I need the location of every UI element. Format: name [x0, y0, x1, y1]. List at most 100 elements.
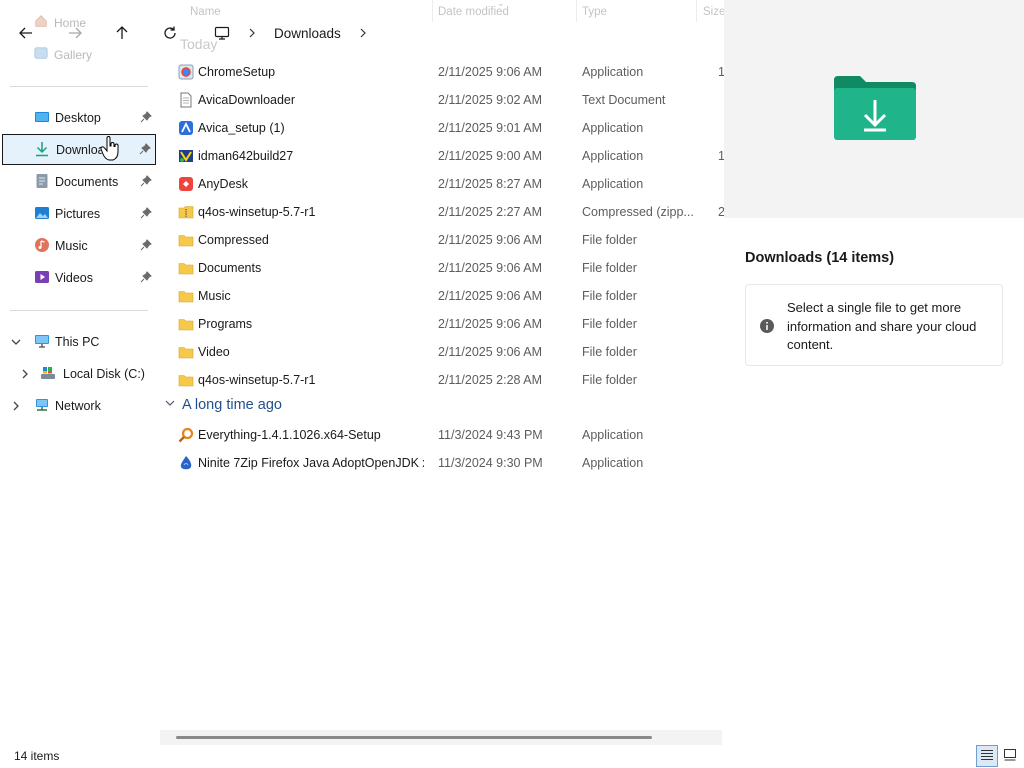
pin-icon[interactable] [140, 271, 152, 283]
folder-icon [178, 344, 194, 360]
file-name: q4os-winsetup-5.7-r1 [198, 373, 316, 387]
zip-folder-icon [178, 204, 194, 220]
sidebar-item-pictures[interactable]: Pictures [2, 198, 156, 229]
file-name: Programs [198, 317, 253, 331]
pin-icon[interactable] [139, 143, 151, 155]
preview-area [724, 0, 1024, 218]
group-header-long-time-ago[interactable]: A long time ago [164, 397, 282, 413]
info-card: Select a single file to get more informa… [745, 284, 1003, 366]
file-date: 2/11/2025 9:06 AM [438, 233, 543, 247]
file-type: Application [582, 65, 644, 79]
sidebar-item-label: Videos [55, 270, 93, 285]
file-name: Everything-1.4.1.1026.x64-Setup [198, 428, 381, 442]
folder-icon [178, 232, 194, 248]
everything-icon [178, 427, 194, 443]
folder-icon [178, 316, 194, 332]
horizontal-scrollbar[interactable] [160, 730, 722, 745]
file-type: Compressed (zipp... [582, 205, 694, 219]
avica-icon [178, 120, 194, 136]
refresh-button[interactable] [158, 22, 182, 46]
table-row[interactable]: Compressed 2/11/2025 9:06 AM File folder [174, 226, 724, 254]
arrow-right-icon [67, 25, 83, 44]
chevron-down-icon [164, 397, 176, 413]
file-name: Music [198, 289, 231, 303]
info-text: Select a single file to get more informa… [787, 300, 977, 352]
table-row[interactable]: Video 2/11/2025 9:06 AM File folder [174, 338, 724, 366]
gallery-icon [34, 46, 48, 63]
sidebar-item-music[interactable]: Music [2, 230, 156, 261]
table-row[interactable]: Ninite 7Zip Firefox Java AdoptOpenJDK x.… [174, 449, 724, 477]
tree-item-local-disk[interactable]: Local Disk (C:) [10, 358, 156, 389]
breadcrumb-downloads[interactable]: Downloads [274, 26, 341, 41]
table-row[interactable]: Everything-1.4.1.1026.x64-Setup 11/3/202… [174, 421, 724, 449]
table-row[interactable]: q4os-winsetup-5.7-r1 2/11/2025 2:28 AM F… [174, 366, 724, 394]
file-date: 2/11/2025 9:02 AM [438, 93, 543, 107]
file-date: 2/11/2025 9:06 AM [438, 289, 543, 303]
table-row[interactable]: Programs 2/11/2025 9:06 AM File folder [174, 310, 724, 338]
downloads-folder-icon [832, 74, 918, 142]
up-button[interactable] [110, 22, 134, 46]
pin-icon[interactable] [140, 239, 152, 251]
column-divider[interactable] [696, 0, 697, 22]
sidebar-item-desktop[interactable]: Desktop [2, 102, 156, 133]
file-name: ChromeSetup [198, 65, 276, 79]
breadcrumb-separator[interactable] [357, 26, 369, 42]
tree-item-this-pc[interactable]: This PC [2, 326, 156, 357]
tree-item-network[interactable]: Network [2, 390, 156, 421]
table-row[interactable]: q4os-winsetup-5.7-r1 2/11/2025 2:27 AM C… [174, 198, 725, 226]
file-date: 2/11/2025 9:06 AM [438, 345, 543, 359]
sidebar-item-label: Gallery [54, 47, 93, 62]
tiles-view-button[interactable] [999, 745, 1021, 767]
pin-icon[interactable] [140, 175, 152, 187]
details-view-button[interactable] [976, 745, 998, 767]
table-row[interactable]: idman642build27 2/11/2025 9:00 AM Applic… [174, 142, 725, 170]
pin-icon[interactable] [140, 207, 152, 219]
file-type: Application [582, 149, 644, 163]
pin-icon[interactable] [140, 111, 152, 123]
tree-item-label: Local Disk (C:) [63, 366, 145, 381]
status-item-count: 14 items [14, 749, 60, 763]
file-name: AnyDesk [198, 177, 249, 191]
file-name: idman642build27 [198, 149, 294, 163]
scrollbar-thumb[interactable] [176, 736, 652, 739]
tree-item-label: This PC [55, 334, 100, 349]
forward-button[interactable] [63, 22, 87, 46]
file-name: Documents [198, 261, 262, 275]
column-divider[interactable] [576, 0, 577, 22]
table-row[interactable]: AvicaDownloader 2/11/2025 9:02 AM Text D… [174, 86, 724, 114]
table-row[interactable]: Documents 2/11/2025 9:06 AM File folder [174, 254, 724, 282]
table-row[interactable]: AnyDesk 2/11/2025 8:27 AM Application [174, 170, 724, 198]
sidebar-item-videos[interactable]: Videos [2, 262, 156, 293]
details-view-icon [980, 748, 994, 765]
download-icon [34, 141, 50, 157]
file-date: 2/11/2025 2:28 AM [438, 373, 543, 387]
hand-cursor-icon [100, 135, 122, 162]
sidebar-item-label: Downloa [56, 142, 105, 157]
file-type: Application [582, 177, 644, 191]
file-type: Application [582, 428, 644, 442]
file-date: 2/11/2025 2:27 AM [438, 205, 543, 219]
sidebar-item-gallery[interactable]: Gallery [34, 46, 92, 63]
table-row[interactable]: Avica_setup (1) 2/11/2025 9:01 AM Applic… [174, 114, 724, 142]
breadcrumb-this-pc[interactable] [212, 24, 232, 44]
breadcrumb-separator[interactable] [246, 26, 258, 42]
group-header-label: A long time ago [182, 397, 282, 413]
chevron-right-icon [248, 27, 256, 41]
column-divider[interactable] [432, 0, 433, 22]
file-date: 2/11/2025 9:00 AM [438, 149, 543, 163]
table-row[interactable]: ChromeSetup 2/11/2025 9:06 AM Applicatio… [174, 58, 725, 86]
column-header-type[interactable]: Type [582, 6, 607, 18]
table-row[interactable]: Music 2/11/2025 9:06 AM File folder [174, 282, 724, 310]
column-header-size[interactable]: Size [703, 6, 725, 18]
music-icon [34, 237, 50, 253]
file-name: Compressed [198, 233, 269, 247]
sidebar-item-documents[interactable]: Documents [2, 166, 156, 197]
file-type: File folder [582, 261, 637, 275]
anydesk-icon [178, 176, 194, 192]
back-button[interactable] [14, 22, 38, 46]
sidebar-item-downloads[interactable]: Downloa [2, 134, 156, 165]
file-date: 11/3/2024 9:43 PM [438, 428, 543, 442]
chrome-setup-icon [178, 64, 194, 80]
sidebar-item-label: Music [55, 238, 88, 253]
column-header-name[interactable]: Name [190, 6, 221, 18]
